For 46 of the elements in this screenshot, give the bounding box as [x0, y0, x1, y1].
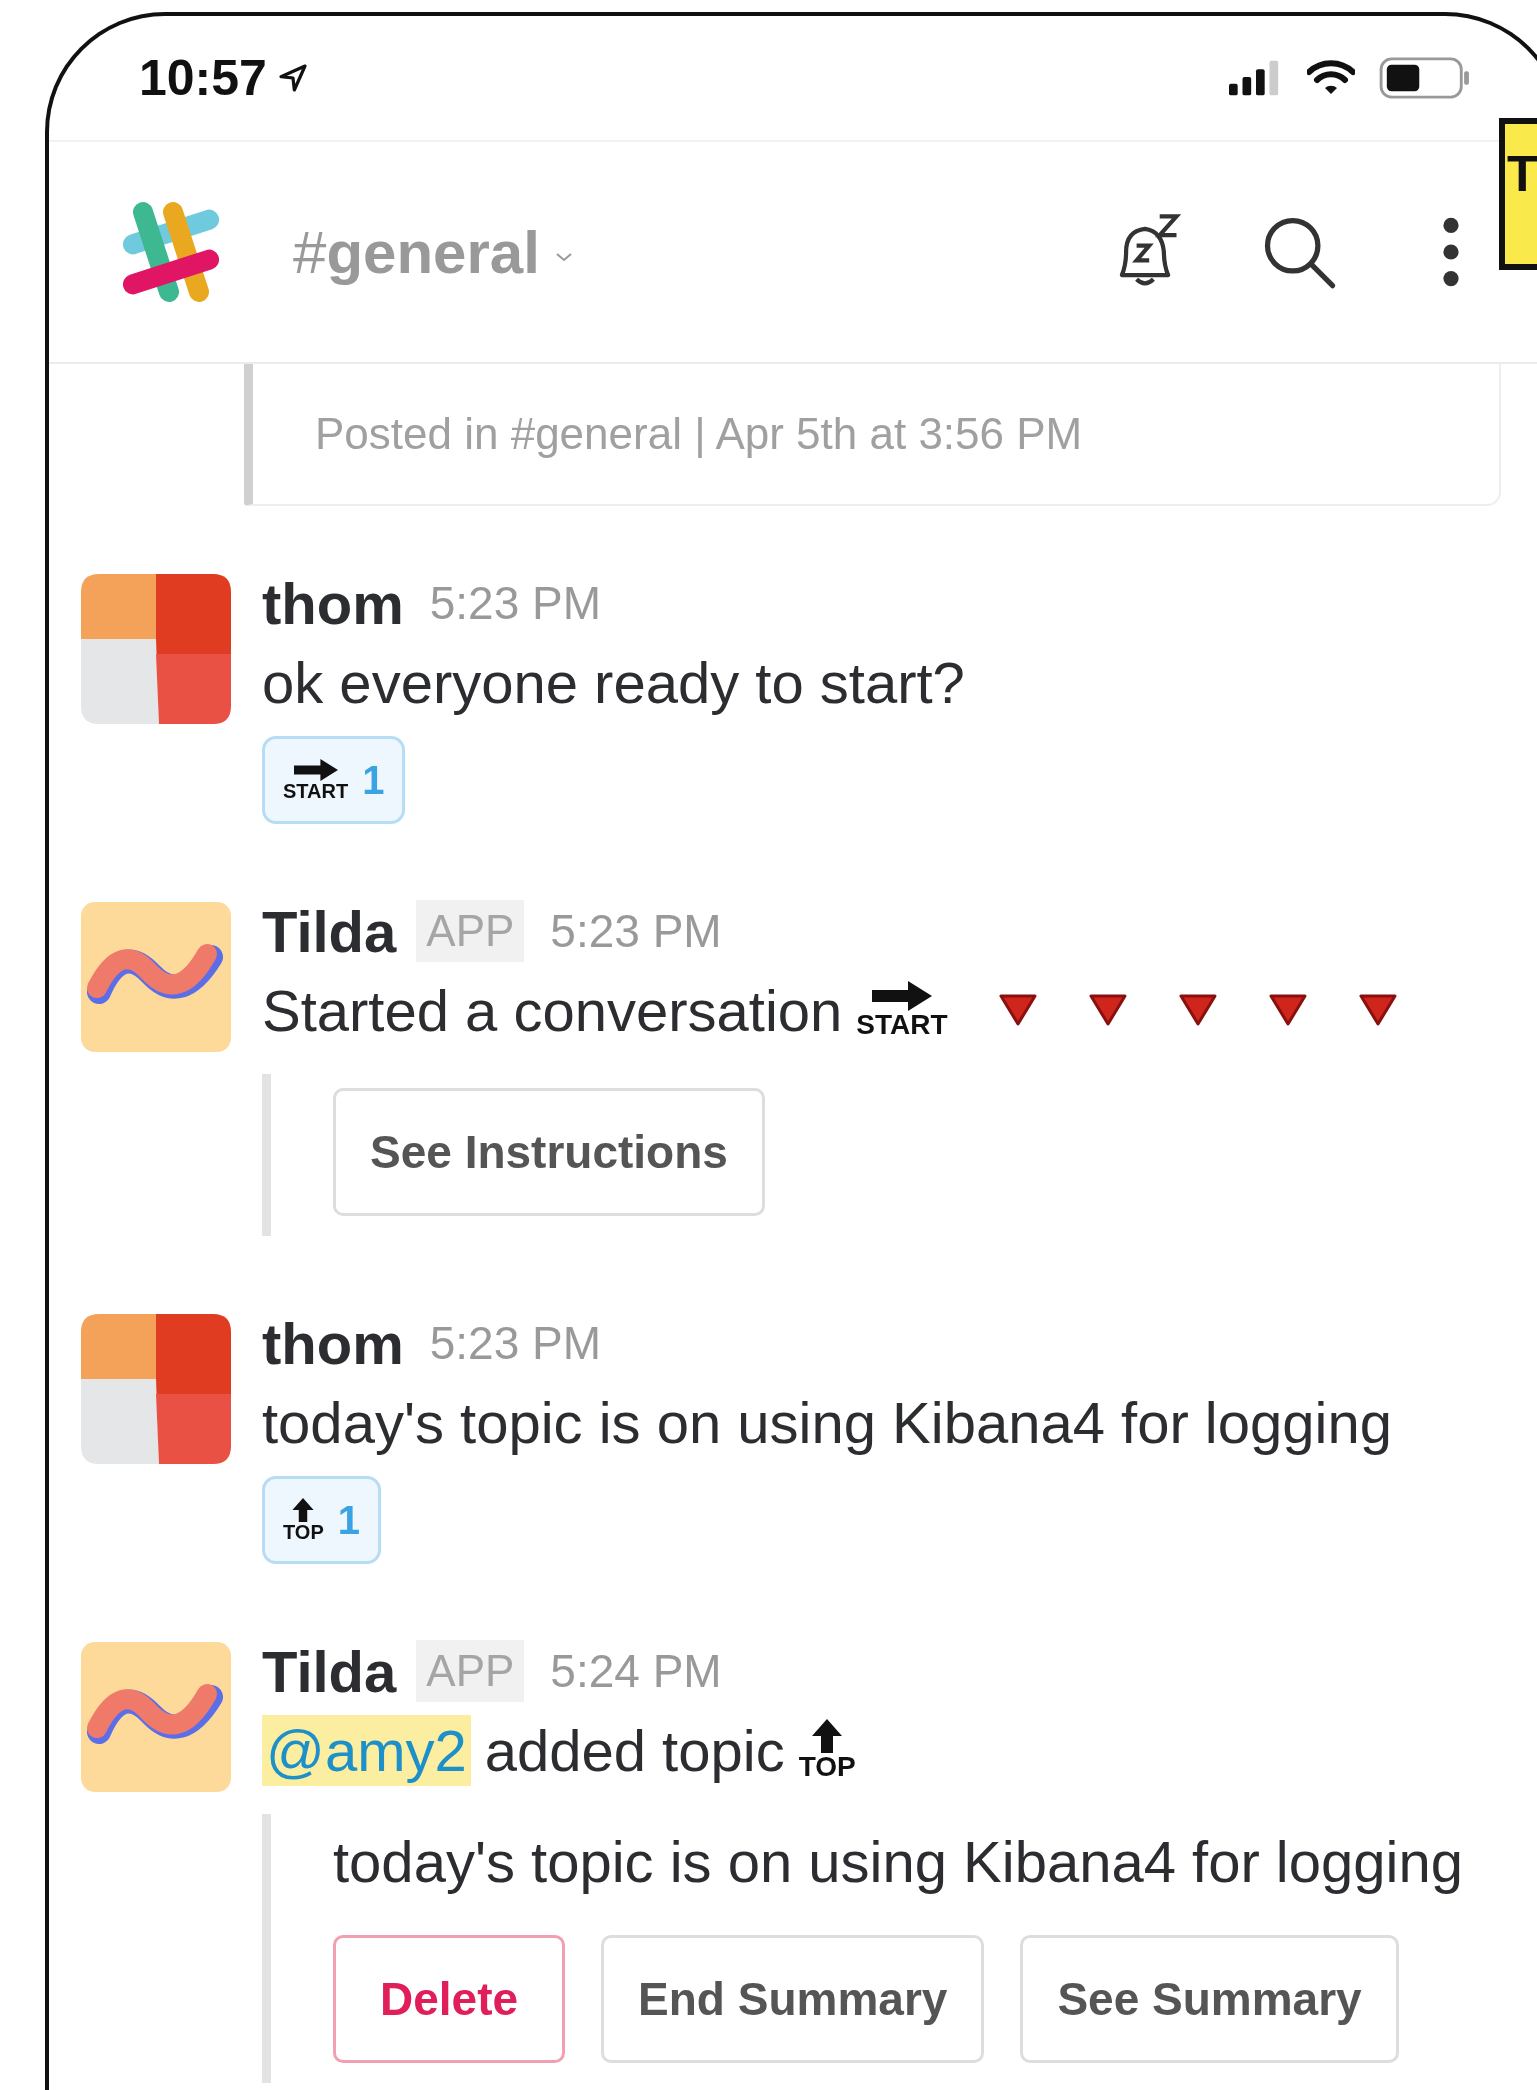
down-triangle-icon — [1087, 993, 1128, 1027]
arrow-right-icon — [870, 981, 933, 1011]
emoji-label: START — [283, 781, 349, 801]
action-button[interactable]: End Summary — [601, 1935, 985, 2063]
battery-icon — [1379, 57, 1471, 99]
status-time: 10:57 — [139, 49, 267, 107]
post-origin-text: Posted in #general | Apr 5th at 3:56 PM — [315, 409, 1083, 459]
emoji-label: START — [856, 1011, 948, 1039]
arrow-right-icon — [293, 759, 338, 781]
reaction-count: 1 — [362, 757, 385, 803]
reaction-pill[interactable]: START 1 — [262, 736, 406, 824]
down-triangle-icon — [1267, 993, 1308, 1027]
action-button[interactable]: See Summary — [1020, 1935, 1399, 2063]
app-badge: APP — [416, 900, 525, 962]
arrow-up-icon — [812, 1719, 843, 1753]
message-time: 5:24 PM — [550, 1644, 722, 1698]
overlay-tag: T — [1499, 118, 1537, 270]
emoji-label: TOP — [798, 1753, 856, 1781]
avatar-tiles-icon — [80, 1314, 231, 1464]
app-badge: APP — [416, 1640, 525, 1702]
message-text: ok everyone ready to start? — [262, 648, 965, 716]
arrow-up-icon — [292, 1498, 315, 1522]
message-text: added topic — [484, 1716, 785, 1784]
message-time: 5:23 PM — [550, 904, 722, 958]
avatar-wave-icon — [80, 902, 231, 1052]
down-triangle-icon — [1177, 993, 1218, 1027]
message-time: 5:23 PM — [429, 1316, 602, 1370]
location-arrow-icon — [276, 62, 309, 94]
message-time: 5:23 PM — [429, 576, 602, 630]
author-name[interactable]: thom — [262, 569, 404, 637]
author-name[interactable]: Tilda — [262, 1637, 397, 1705]
emoji-label: TOP — [283, 1522, 324, 1542]
action-button[interactable]: See Instructions — [333, 1088, 765, 1216]
down-triangle-icon — [1357, 993, 1398, 1027]
attachment-text: today's topic is on using Kibana4 for logging — [333, 1828, 1464, 1895]
message-text: Started a conversation — [262, 976, 843, 1044]
author-name[interactable]: thom — [262, 1309, 404, 1377]
action-button[interactable]: Delete — [333, 1935, 566, 2063]
author-name[interactable]: Tilda — [262, 897, 397, 965]
reaction-count: 1 — [337, 1497, 360, 1543]
wifi-icon — [1307, 60, 1355, 96]
avatar-wave-icon — [80, 1642, 231, 1792]
reaction-pill[interactable]: TOP 1 — [262, 1476, 381, 1564]
message-text: today's topic is on using Kibana4 for logging — [262, 1388, 1392, 1456]
avatar-tiles-icon — [80, 574, 231, 724]
down-triangle-icon — [997, 993, 1038, 1027]
